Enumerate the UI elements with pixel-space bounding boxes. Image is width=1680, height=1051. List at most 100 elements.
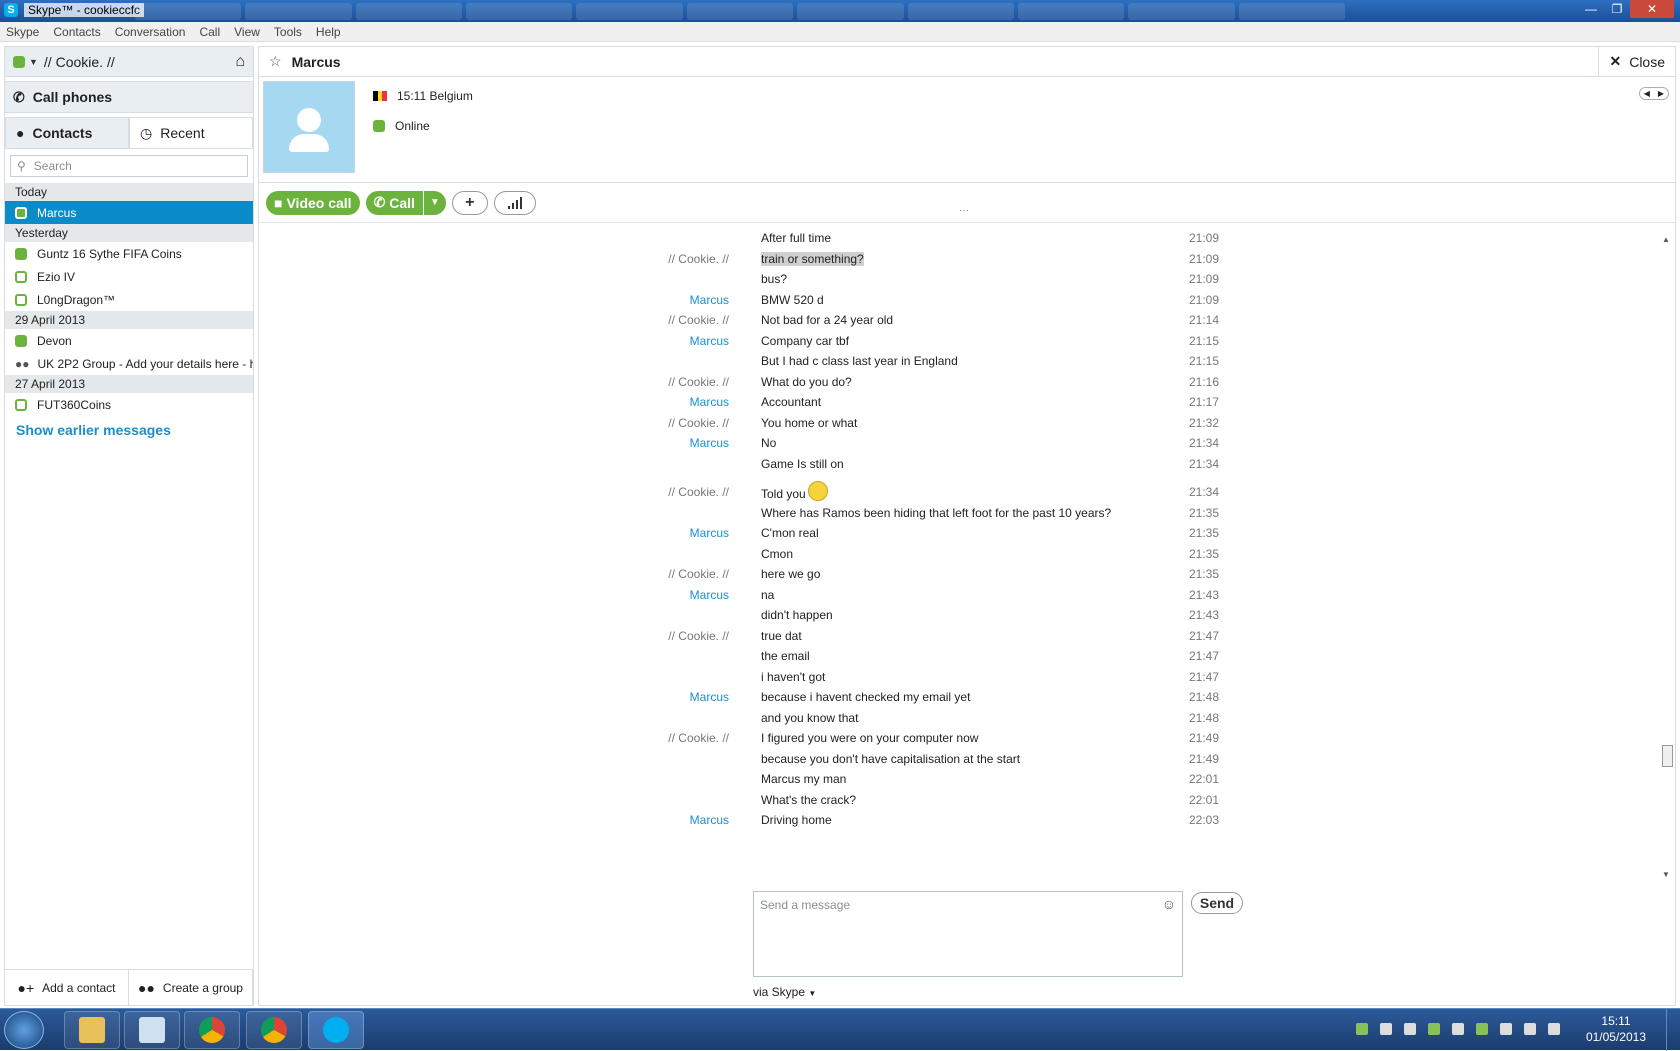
message-row[interactable]: Marcus C'mon real 21:35 [259, 526, 1675, 547]
message-row[interactable]: i haven't got 21:47 [259, 670, 1675, 691]
call-button[interactable]: ✆ Call [366, 191, 423, 215]
home-icon[interactable]: ⌂ [235, 53, 245, 71]
network-icon[interactable] [1524, 1023, 1536, 1035]
my-name[interactable]: // Cookie. // [44, 54, 235, 70]
message-row[interactable]: Marcus No 21:34 [259, 436, 1675, 457]
message-input[interactable]: Send a message ☺ [753, 891, 1183, 977]
contact-item[interactable]: FUT360Coins [5, 393, 253, 416]
my-status-icon[interactable] [13, 55, 25, 68]
flag-icon[interactable] [1452, 1023, 1464, 1035]
my-profile-bar[interactable]: ▼ // Cookie. // ⌂ [5, 47, 253, 77]
message-history[interactable]: After full time 21:09 // Cookie. // train o… [259, 233, 1675, 881]
contact-item[interactable]: L0ngDragon™ [5, 288, 253, 311]
message-sender[interactable]: // Cookie. // [668, 567, 729, 581]
message-sender[interactable]: Marcus [690, 588, 729, 602]
menu-skype[interactable]: Skype [6, 25, 39, 39]
message-sender[interactable]: // Cookie. // [668, 629, 729, 643]
contact-item[interactable]: ●● UK 2P2 Group - Add your details here -… [5, 352, 253, 375]
message-scrollbar[interactable]: ▲ ▼ [1659, 233, 1675, 881]
message-sender[interactable]: // Cookie. // [668, 313, 729, 327]
search-input[interactable]: ⚲ Search [10, 155, 248, 177]
nvidia-icon[interactable] [1476, 1023, 1488, 1035]
close-conversation-button[interactable]: ✕ Close [1598, 46, 1675, 77]
menu-tools[interactable]: Tools [274, 25, 302, 39]
message-row[interactable]: the email 21:47 [259, 649, 1675, 670]
tray-app-icon[interactable] [1428, 1023, 1440, 1035]
scroll-down-arrow-icon[interactable]: ▼ [1662, 870, 1670, 879]
message-row[interactable]: // Cookie. // true dat 21:47 [259, 629, 1675, 650]
send-button[interactable]: Send [1191, 892, 1243, 914]
arrow-right-icon[interactable]: ▶ [1654, 88, 1668, 99]
message-row[interactable]: // Cookie. // Not bad for a 24 year old 21… [259, 313, 1675, 334]
battery-icon[interactable] [1500, 1023, 1512, 1035]
star-icon[interactable]: ☆ [269, 53, 282, 70]
message-sender[interactable]: // Cookie. // [668, 485, 729, 499]
message-row[interactable]: and you know that 21:48 [259, 711, 1675, 732]
message-row[interactable]: But I had c class last year in England 21… [259, 354, 1675, 375]
message-row[interactable]: // Cookie. // You home or what 21:32 [259, 416, 1675, 437]
contact-item-marcus[interactable]: Marcus [5, 201, 253, 224]
contact-item[interactable]: Devon [5, 329, 253, 352]
message-row[interactable]: Marcus my man 22:01 [259, 772, 1675, 793]
notepad-taskbar-button[interactable] [124, 1011, 180, 1049]
start-button[interactable] [4, 1011, 44, 1049]
scroll-up-arrow-icon[interactable]: ▲ [1662, 235, 1670, 244]
message-sender[interactable]: Marcus [690, 690, 729, 704]
menu-help[interactable]: Help [316, 25, 341, 39]
via-skype-dropdown[interactable]: via Skype ▼ [753, 985, 816, 999]
tray-tool-icon[interactable] [1380, 1023, 1392, 1035]
volume-icon[interactable] [1548, 1023, 1560, 1035]
message-row[interactable]: Where has Ramos been hiding that left fo… [259, 506, 1675, 527]
contact-item[interactable]: Guntz 16 Sythe FIFA Coins [5, 242, 253, 265]
message-row[interactable]: // Cookie. // What do you do? 21:16 [259, 375, 1675, 396]
message-sender[interactable]: Marcus [690, 395, 729, 409]
message-sender[interactable]: Marcus [690, 293, 729, 307]
menu-call[interactable]: Call [199, 25, 220, 39]
message-sender[interactable]: Marcus [690, 813, 729, 827]
contact-item[interactable]: Ezio IV [5, 265, 253, 288]
minimize-button[interactable]: — [1578, 0, 1604, 18]
close-window-button[interactable]: ✕ [1630, 0, 1674, 18]
message-row[interactable]: // Cookie. // I figured you were on your … [259, 731, 1675, 752]
message-row[interactable]: Marcus Accountant 21:17 [259, 395, 1675, 416]
message-row[interactable]: // Cookie. // here we go 21:35 [259, 567, 1675, 588]
chrome-taskbar-button[interactable] [184, 1011, 240, 1049]
scrollbar-thumb[interactable] [1662, 745, 1673, 767]
video-call-button[interactable]: ■ Video call [266, 190, 360, 215]
skype-taskbar-button[interactable] [308, 1011, 364, 1049]
splitter-handle[interactable]: ··· [959, 205, 969, 216]
add-participants-button[interactable]: + [451, 190, 488, 215]
show-desktop-button[interactable] [1666, 1009, 1680, 1051]
message-row[interactable]: Marcus Company car tbf 21:15 [259, 334, 1675, 355]
call-options-dropdown[interactable]: ▼ [422, 190, 446, 215]
message-row[interactable]: After full time 21:09 [259, 233, 1675, 252]
menu-contacts[interactable]: Contacts [53, 25, 100, 39]
message-sender[interactable]: // Cookie. // [668, 375, 729, 389]
message-row[interactable]: What's the crack? 22:01 [259, 793, 1675, 814]
message-sender[interactable]: // Cookie. // [668, 416, 729, 430]
menu-view[interactable]: View [234, 25, 260, 39]
message-row[interactable]: // Cookie. // train or something? 21:09 [259, 251, 1675, 273]
show-earlier-messages-link[interactable]: Show earlier messages [5, 416, 253, 438]
message-sender[interactable]: Marcus [690, 436, 729, 450]
chrome-taskbar-button-2[interactable] [246, 1011, 302, 1049]
message-row[interactable]: Marcus na 21:43 [259, 588, 1675, 609]
message-row[interactable]: Marcus because i havent checked my email … [259, 690, 1675, 711]
skype-tray-icon[interactable] [1356, 1023, 1368, 1035]
explorer-taskbar-button[interactable] [64, 1011, 120, 1049]
message-row[interactable]: Cmon 21:35 [259, 547, 1675, 568]
tab-recent[interactable]: ◷ Recent [129, 117, 253, 149]
message-row[interactable]: bus? 21:09 [259, 272, 1675, 293]
message-row[interactable]: Game Is still on 21:34 [259, 457, 1675, 478]
message-row[interactable]: // Cookie. // Told you 21:34 [259, 481, 1675, 506]
message-row[interactable]: Marcus BMW 520 d 21:09 [259, 293, 1675, 314]
taskbar-clock[interactable]: 15:11 01/05/2013 [1586, 1013, 1646, 1045]
message-row[interactable]: because you don't have capitalisation at… [259, 752, 1675, 773]
restore-button[interactable]: ❐ [1604, 0, 1630, 18]
message-sender[interactable]: Marcus [690, 526, 729, 540]
profile-nav-arrows[interactable]: ◀ ▶ [1638, 87, 1669, 100]
message-sender[interactable]: // Cookie. // [668, 252, 729, 266]
chevron-down-icon[interactable]: ▼ [29, 57, 38, 67]
message-sender[interactable]: Marcus [690, 334, 729, 348]
add-contact-button[interactable]: ●+ Add a contact [5, 970, 129, 1005]
